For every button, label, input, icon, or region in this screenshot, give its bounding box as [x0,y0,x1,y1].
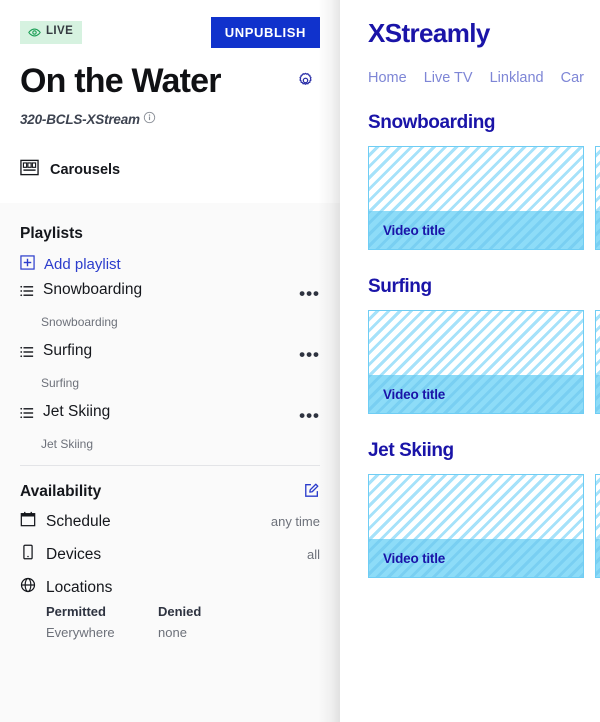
nav-link-linkland[interactable]: Linkland [490,70,544,86]
video-card-footer: Video title [369,211,583,249]
locations-denied-header: Denied [158,604,202,619]
edit-availability-button[interactable] [304,482,320,501]
locations-denied-value: none [158,625,187,640]
preview-carousel-rail[interactable]: Video title Video title Video title [368,310,600,414]
preview-carousel-rail[interactable]: Video title Video title Video title [368,146,600,250]
video-card[interactable]: Video title [595,310,600,414]
details-panel: LIVE UNPUBLISH On the Water 320-BCLS-XSt [0,0,340,722]
carousels-label: Carousels [50,161,121,178]
unpublish-button[interactable]: UNPUBLISH [210,16,320,48]
locations-permitted-header: Permitted [46,604,106,619]
list-item-subtitle: Snowboarding [41,315,118,329]
preview-carousel-title: Surfing [368,276,432,297]
list-item-title: Jet Skiing [43,403,111,420]
locations-denied-column: Denied none [158,604,270,640]
list-item-subtitle: Jet Skiing [41,437,94,451]
availability-row-locations[interactable]: Locations [20,577,320,598]
plus-square-icon [20,255,35,274]
edit-square-icon [304,483,320,501]
nav-link-car[interactable]: Car [561,70,584,86]
availability-label: Schedule [46,512,111,530]
list-item-more-button[interactable]: ••• [299,341,320,363]
info-icon[interactable] [143,111,156,129]
list-item-subtitle: Surfing [41,376,80,390]
list-icon [20,406,34,425]
carousels-nav-item[interactable]: Carousels [20,158,320,182]
video-card[interactable]: Video title [368,146,584,250]
app-root: LIVE UNPUBLISH On the Water 320-BCLS-XSt [0,0,600,722]
details-header: LIVE UNPUBLISH On the Water 320-BCLS-XSt [0,0,340,203]
preview-carousel: Snowboarding Video title Video title Vid… [368,112,600,250]
locations-grid: Permitted Everywhere Denied none [20,604,320,640]
availability-row-schedule[interactable]: Schedule any time [20,511,320,532]
nav-link-home[interactable]: Home [368,70,407,86]
preview-carousel-rail[interactable]: Video title Video title Video title [368,474,600,578]
reference-row: 320-BCLS-XStream [20,111,320,129]
site-preview-panel: XStreamly Home Live TV Linkland Car Snow… [340,0,600,722]
list-item[interactable]: Jet Skiing ••• [20,402,320,425]
video-card[interactable]: Video title [595,146,600,250]
preview-carousel-title: Jet Skiing [368,440,454,461]
video-card-footer: Video title [596,375,600,413]
reference-id: 320-BCLS-XStream [20,112,140,128]
preview-brand: XStreamly [368,18,490,48]
add-playlist-button[interactable]: Add playlist [20,255,320,274]
availability-label: Devices [46,545,102,563]
preview-carousel-title: Snowboarding [368,112,496,133]
list-item-more-button[interactable]: ••• [299,402,320,424]
list-item-more-button[interactable]: ••• [299,280,320,302]
preview-carousel: Jet Skiing Video title Video title Video… [368,440,600,578]
header-actions-row: LIVE UNPUBLISH [20,16,320,48]
calendar-icon [20,511,36,532]
video-card[interactable]: Video title [368,310,584,414]
video-card-footer: Video title [596,539,600,577]
list-item-title: Snowboarding [43,281,143,298]
video-card[interactable]: Video title [595,474,600,578]
divider [20,465,320,466]
globe-icon [20,577,36,598]
list-item-title: Surfing [43,342,93,359]
nav-link-live-tv[interactable]: Live TV [424,70,473,86]
video-card-footer: Video title [369,375,583,413]
availability-heading: Availability [20,482,102,500]
availability-header: Availability [20,482,320,501]
add-playlist-label: Add playlist [44,256,121,273]
video-card-footer: Video title [596,211,600,249]
eye-icon [28,26,41,39]
list-icon [20,284,34,303]
availability-value: all [306,547,320,562]
video-card-title: Video title [383,222,446,238]
carousel-icon [20,158,39,182]
status-badge-label: LIVE [46,25,74,38]
video-card[interactable]: Video title [368,474,584,578]
preview-nav: Home Live TV Linkland Car [368,70,600,86]
device-icon [20,544,36,565]
availability-value: any time [270,514,320,529]
list-item[interactable]: Surfing ••• [20,341,320,364]
video-card-footer: Video title [369,539,583,577]
video-card-title: Video title [383,550,446,566]
list-item[interactable]: Snowboarding ••• [20,280,320,303]
page-title: On the Water [20,62,222,100]
locations-permitted-column: Permitted Everywhere [46,604,158,640]
title-row: On the Water [20,62,320,100]
details-body: Playlists Add playlist Snowboarding ••• … [0,203,340,722]
video-card-title: Video title [383,386,446,402]
list-icon [20,345,34,364]
playlists-heading: Playlists [20,225,83,242]
availability-row-devices[interactable]: Devices all [20,544,320,565]
gear-icon [297,72,314,92]
settings-button[interactable] [297,72,314,92]
locations-permitted-value: Everywhere [46,625,115,640]
status-badge: LIVE [20,20,83,44]
preview-carousel: Surfing Video title Video title Video ti… [368,276,600,414]
availability-label: Locations [46,578,113,596]
